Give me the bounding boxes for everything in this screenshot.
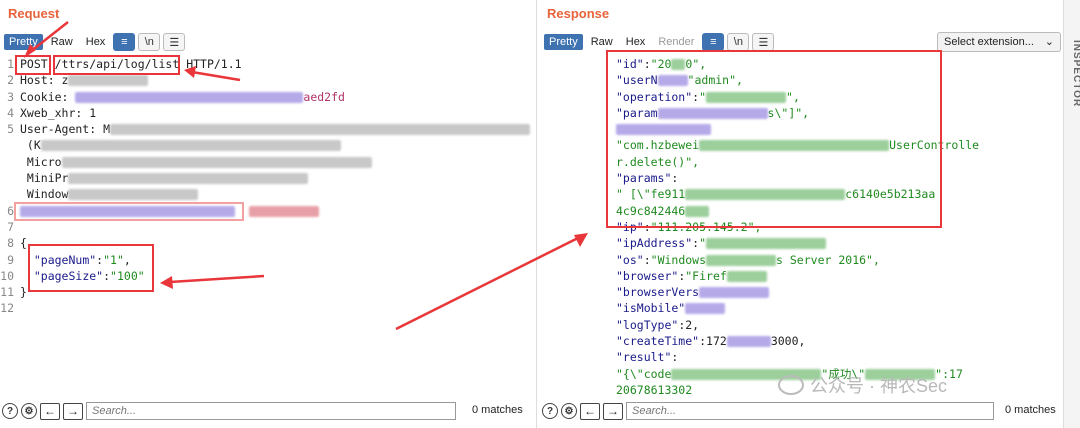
- response-tab-render[interactable]: Render: [653, 34, 699, 50]
- response-tab-pretty[interactable]: Pretty: [544, 34, 583, 50]
- code-line: "os":"Windows s Server 2016",: [616, 252, 880, 267]
- settings-gear-icon[interactable]: ⚙: [21, 403, 37, 419]
- code-line: "browserVers: [616, 284, 979, 300]
- wechat-icon: [778, 375, 804, 395]
- request-pane: Request Pretty Raw Hex ≡ \n ☰ 1 POST /ttr…: [0, 0, 537, 428]
- prev-arrow-icon[interactable]: ←: [40, 402, 60, 420]
- annotation-arrow-icon: [24, 21, 265, 289]
- highlight-response-box: [606, 50, 942, 228]
- request-search-bar: ? ⚙ ← →: [0, 400, 536, 422]
- chevron-down-icon: ⌄: [1044, 36, 1054, 48]
- code-line: "result":: [616, 350, 679, 365]
- next-arrow-icon[interactable]: →: [603, 402, 623, 420]
- response-tab-raw[interactable]: Raw: [586, 34, 618, 50]
- wrap-icon[interactable]: ≡: [702, 33, 725, 51]
- cross-pane-arrow-icon: [395, 233, 588, 331]
- code-line: "createTime":172 3000,: [616, 334, 806, 349]
- response-search-input[interactable]: [626, 402, 994, 420]
- response-tab-hex[interactable]: Hex: [621, 34, 651, 50]
- inspector-label: INSPECTOR: [1071, 40, 1080, 108]
- newline-icon[interactable]: \n: [727, 33, 750, 51]
- response-toolbar: Pretty Raw Hex Render ≡ \n ☰: [544, 32, 775, 52]
- watermark: 公众号 · 神农Sec: [778, 372, 947, 398]
- code-line: "browser":"Firef: [616, 268, 979, 284]
- settings-gear-icon[interactable]: ⚙: [561, 403, 577, 419]
- request-match-count: 0 matches: [472, 404, 523, 416]
- response-title: Response: [547, 6, 610, 21]
- request-search-input[interactable]: [86, 402, 456, 420]
- prev-arrow-icon[interactable]: ←: [580, 402, 600, 420]
- next-arrow-icon[interactable]: →: [63, 402, 83, 420]
- help-icon[interactable]: ?: [542, 403, 558, 419]
- response-pane: Response Pretty Raw Hex Render ≡ \n ☰ Se…: [540, 0, 1064, 428]
- code-line: "isMobile": [616, 300, 979, 316]
- code-line: "ipAddress":": [616, 235, 979, 251]
- menu-icon[interactable]: ☰: [752, 33, 775, 51]
- inspector-sidebar[interactable]: INSPECTOR: [1063, 0, 1080, 428]
- help-icon[interactable]: ?: [2, 403, 18, 419]
- response-search-bar: ? ⚙ ← →: [540, 400, 1064, 422]
- response-match-count: 0 matches: [1005, 404, 1056, 416]
- select-extension-dropdown[interactable]: Select extension... ⌄: [937, 32, 1061, 52]
- code-line: "logType":2,: [616, 317, 700, 332]
